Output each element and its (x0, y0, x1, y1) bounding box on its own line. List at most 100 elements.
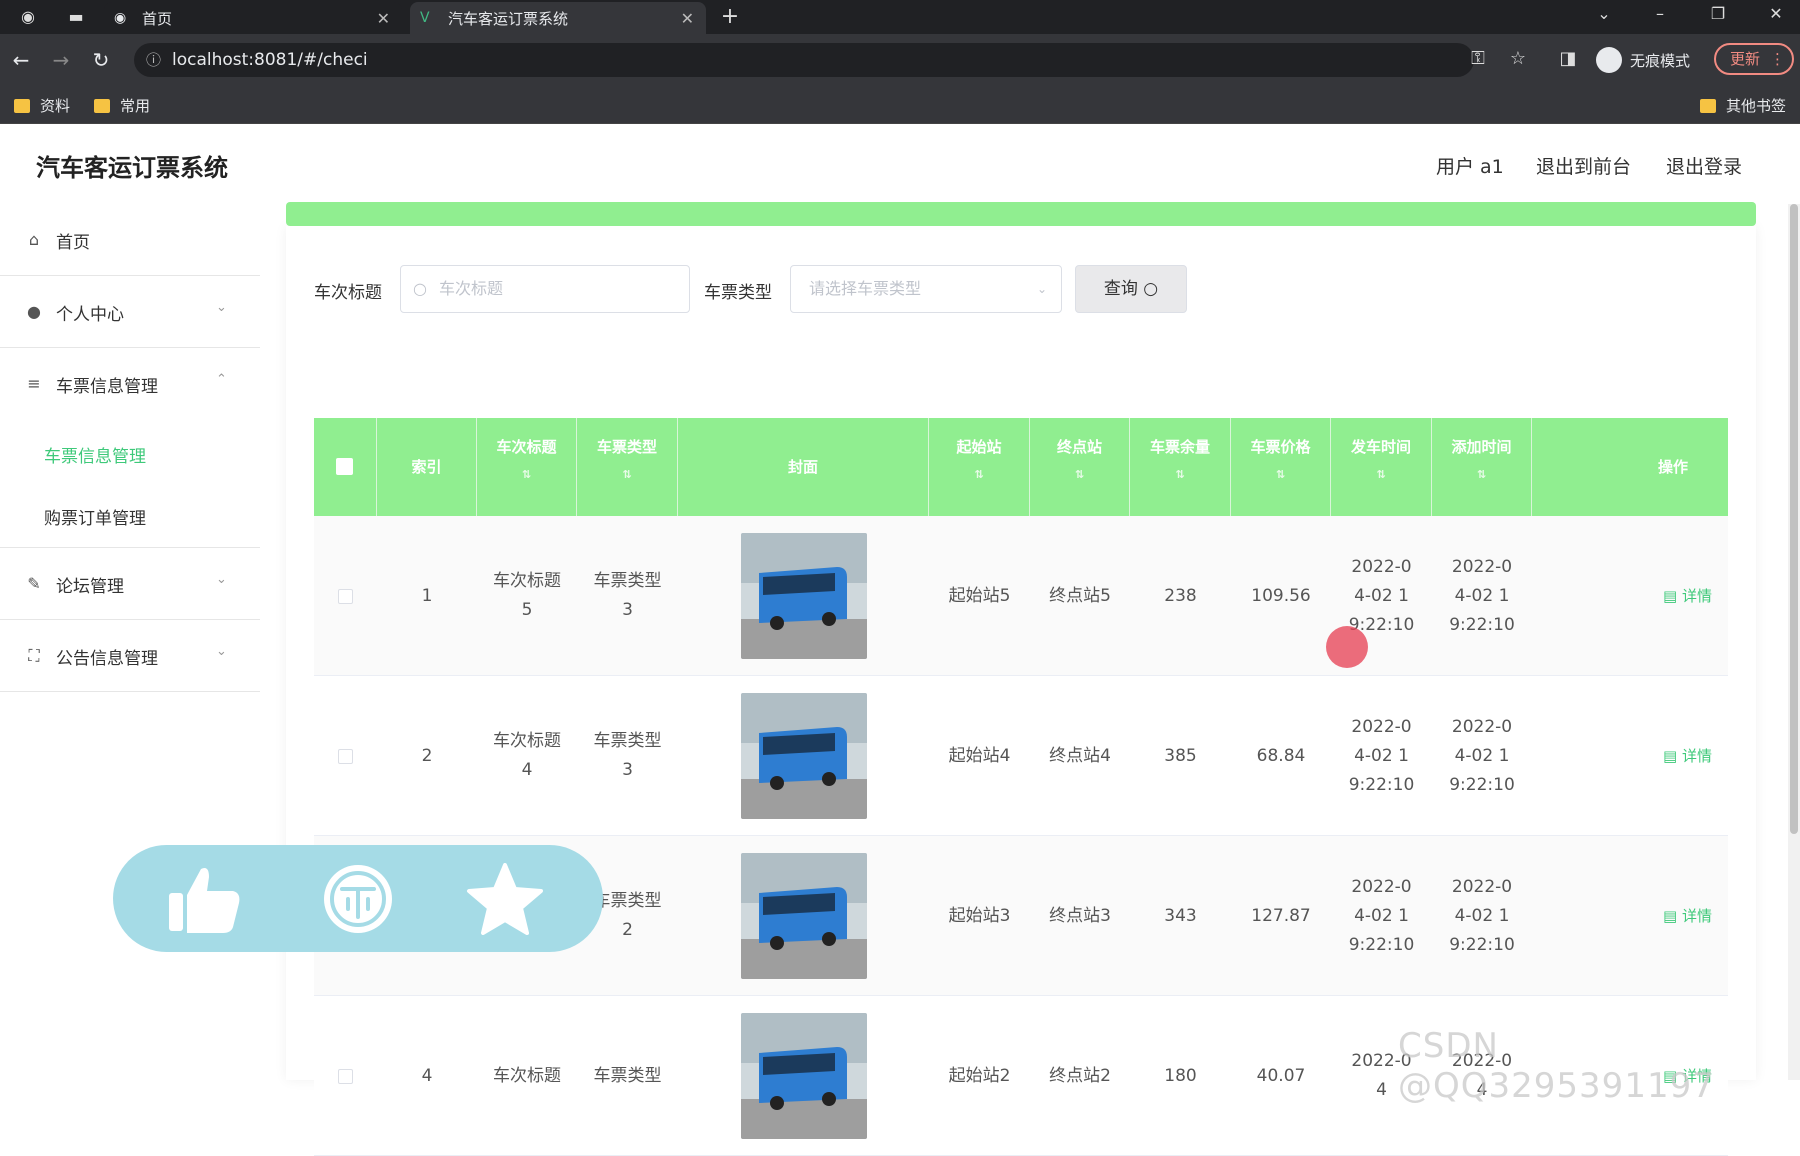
column-header[interactable]: 车次标题 ⇅ (477, 418, 577, 516)
cell-text: 车次标题 (493, 1065, 561, 1086)
close-icon[interactable]: ✕ (377, 9, 390, 28)
document-icon: ▤ (1663, 586, 1682, 605)
table-row[interactable]: 2 车次标题4 车票类型3 起始站4 终点站4 385 68.84 2022-04-02 19… (314, 676, 1728, 836)
coin-icon[interactable] (318, 863, 398, 935)
row-select-cell (314, 996, 377, 1156)
cell-stock: 180 (1130, 996, 1231, 1156)
column-label: 车票余量 (1149, 438, 1210, 456)
update-button[interactable]: 更新 ⋮ (1714, 43, 1794, 75)
star-icon[interactable]: ☆ (1506, 48, 1530, 69)
sidebar-item-label: 首页 (56, 233, 90, 253)
title-search-input[interactable]: ○ 车次标题 (400, 265, 690, 313)
scroll-thumb[interactable] (1790, 204, 1798, 834)
sort-icon[interactable]: ⇅ (1231, 468, 1330, 481)
sidebar-item-home[interactable]: ⌂ 首页 (0, 204, 260, 276)
other-bookmarks[interactable]: 其他书签 (1700, 95, 1786, 116)
back-icon[interactable]: ← (8, 47, 34, 73)
bookmark-folder[interactable]: 常用 (94, 95, 150, 116)
bookmark-label: 资料 (40, 97, 71, 115)
cell-text: 2 (421, 745, 433, 766)
to-front-link[interactable]: 退出到前台 (1536, 152, 1631, 179)
sidebar-item-profile[interactable]: ● 个人中心 ⌄ (0, 276, 260, 348)
sidebar-item-notice[interactable]: ⛶ 公告信息管理 ⌄ (0, 620, 260, 692)
sort-icon[interactable]: ⇅ (929, 468, 1029, 481)
sort-icon[interactable]: ⇅ (477, 468, 576, 481)
new-tab-icon[interactable]: + (720, 6, 740, 28)
column-label: 车票价格 (1250, 438, 1311, 456)
user-icon: ● (27, 302, 41, 321)
tab-home[interactable]: ◉ 首页 ✕ (104, 2, 402, 34)
incognito-label: 无痕模式 (1630, 51, 1691, 70)
column-header[interactable]: 发车时间 ⇅ (1331, 418, 1432, 516)
cell-text: 2022-04-02 19:22:10 (1449, 556, 1515, 635)
search-icon: ○ (1143, 279, 1159, 299)
chevron-down-icon: ⌄ (216, 572, 227, 587)
detail-button[interactable]: ▤ 详情 (1663, 902, 1712, 931)
column-header[interactable]: 添加时间 ⇅ (1432, 418, 1532, 516)
cell-text: 终点站3 (1049, 905, 1111, 926)
page-scrollbar[interactable] (1788, 204, 1800, 1080)
sort-icon[interactable]: ⇅ (1030, 468, 1129, 481)
bus-cover-image (740, 693, 867, 819)
tab-app[interactable]: V 汽车客运订票系统 ✕ (410, 2, 706, 34)
table-row[interactable]: 1 车次标题5 车票类型3 起始站5 终点站5 238 109.56 2022-04-02 1… (314, 516, 1728, 676)
favorite-star-icon[interactable] (465, 863, 545, 935)
reload-icon[interactable]: ↻ (88, 47, 114, 73)
folder-icon (1700, 98, 1716, 113)
submenu-ticket-info[interactable]: 车票信息管理 (44, 442, 146, 467)
select-all-checkbox[interactable] (336, 458, 353, 475)
cell-text: 终点站2 (1049, 1065, 1111, 1086)
tab-overview-icon[interactable]: ▬ (66, 7, 86, 27)
row-checkbox[interactable] (338, 1068, 353, 1084)
column-header[interactable]: 索引 (377, 418, 477, 516)
close-icon[interactable]: ✕ (681, 9, 694, 28)
sidebar-item-ticket-management[interactable]: ≡ 车票信息管理 ⌃ 车票信息管理 购票订单管理 (0, 348, 260, 548)
tab-label: 汽车客运订票系统 (448, 9, 569, 28)
more-icon: ⋮ (1770, 50, 1786, 68)
browser-menu-icon[interactable]: ◉ (18, 7, 38, 27)
logout-link[interactable]: 退出登录 (1666, 152, 1742, 179)
restore-icon[interactable]: ❐ (1706, 4, 1730, 23)
sort-icon[interactable]: ⇅ (1331, 468, 1431, 481)
info-icon[interactable]: ⓘ (146, 43, 161, 77)
column-header[interactable]: 封面 (678, 418, 929, 516)
tab-search-icon[interactable]: ⌄ (1592, 4, 1616, 23)
column-label: 添加时间 (1451, 438, 1512, 456)
title-search-placeholder: 车次标题 (439, 279, 504, 298)
minimize-icon[interactable]: – (1648, 4, 1672, 23)
key-icon[interactable]: ⚿ (1466, 48, 1490, 69)
type-select-label: 车票类型 (704, 283, 772, 303)
thumbs-up-icon[interactable] (165, 863, 245, 935)
column-header[interactable]: 终点站 ⇅ (1030, 418, 1130, 516)
detail-button[interactable]: ▤ 详情 (1663, 582, 1712, 611)
cell-text: 车票类型3 (593, 731, 662, 780)
column-header[interactable]: 起始站 ⇅ (929, 418, 1030, 516)
url-input[interactable]: ⓘ localhost:8081/#/checi (134, 43, 1474, 77)
type-select[interactable]: 请选择车票类型 ⌄ (790, 265, 1062, 313)
column-label: 车次标题 (496, 438, 557, 456)
window-close-icon[interactable]: ✕ (1764, 4, 1788, 23)
cell-depart: 2022-04-02 19:22:10 (1331, 836, 1432, 996)
column-label: 终点站 (1056, 438, 1102, 456)
incognito-indicator[interactable]: 无痕模式 (1596, 44, 1690, 76)
browser-address-bar: ← → ↻ ⓘ localhost:8081/#/checi ⚿ ☆ ◨ 无痕模… (0, 34, 1800, 86)
title-search-label: 车次标题 (314, 283, 382, 303)
query-button[interactable]: 查询 ○ (1075, 265, 1187, 313)
sidepanel-icon[interactable]: ◨ (1556, 48, 1580, 69)
forward-icon[interactable]: → (48, 47, 74, 73)
column-header[interactable]: 车票余量 ⇅ (1130, 418, 1231, 516)
column-header[interactable]: 车票类型 ⇅ (577, 418, 678, 516)
bus-cover-image (740, 853, 867, 979)
bookmark-folder[interactable]: 资料 (14, 95, 70, 116)
submenu-order-management[interactable]: 购票订单管理 (44, 504, 146, 529)
sort-icon[interactable]: ⇅ (577, 468, 677, 481)
row-checkbox[interactable] (338, 588, 353, 604)
user-label: 用户 a1 (1436, 156, 1504, 178)
sort-icon[interactable]: ⇅ (1432, 468, 1531, 481)
cell-end: 终点站5 (1030, 516, 1130, 676)
sort-icon[interactable]: ⇅ (1130, 468, 1230, 481)
sidebar-item-forum[interactable]: ✎ 论坛管理 ⌄ (0, 548, 260, 620)
detail-button[interactable]: ▤ 详情 (1663, 742, 1712, 771)
row-checkbox[interactable] (338, 748, 353, 764)
column-header[interactable]: 车票价格 ⇅ (1231, 418, 1331, 516)
